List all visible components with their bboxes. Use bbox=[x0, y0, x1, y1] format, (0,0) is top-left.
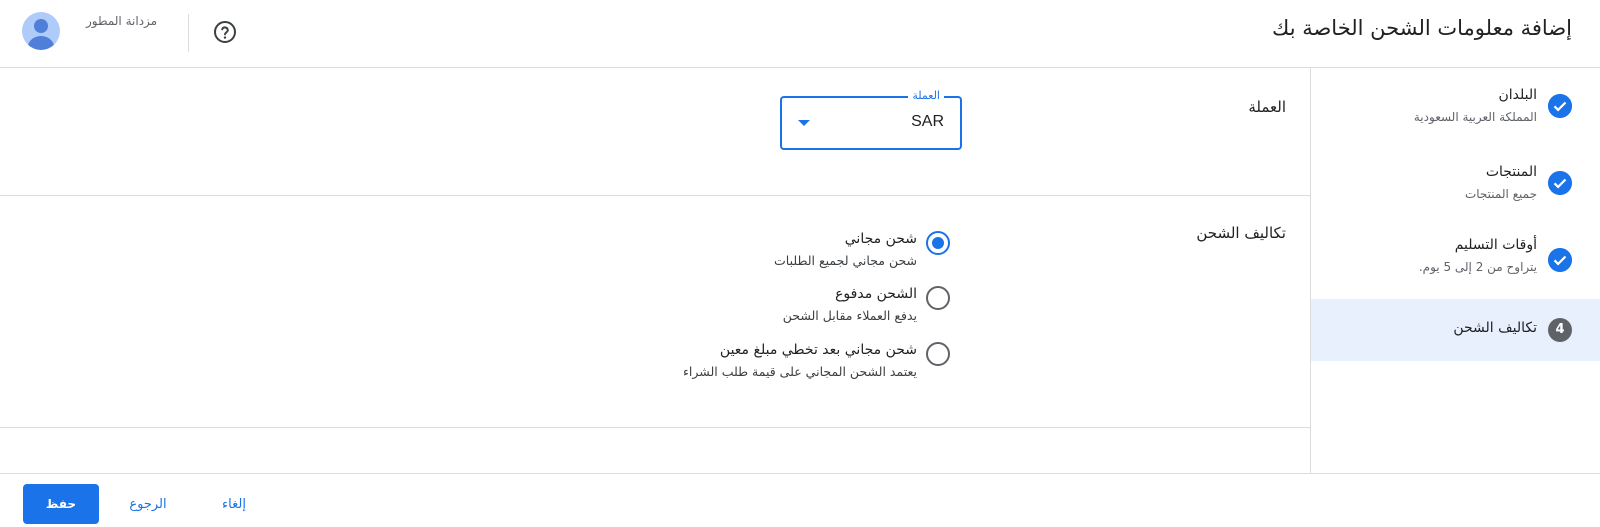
check-circle-icon bbox=[1548, 171, 1572, 195]
radio-option-free-over-amount[interactable]: شحن مجاني بعد تخطي مبلغ معين يعتمد الشحن… bbox=[680, 342, 950, 388]
step-delivery-times[interactable]: أوقات التسليم يتراوح من 2 إلى 5 يوم. bbox=[1311, 230, 1600, 292]
check-circle-icon bbox=[1548, 94, 1572, 118]
account-area[interactable] bbox=[22, 12, 60, 50]
step-number-badge: 4 bbox=[1548, 318, 1572, 342]
step-title: أوقات التسليم bbox=[1454, 237, 1537, 253]
step-shipping-costs[interactable]: 4 تكاليف الشحن bbox=[1311, 299, 1600, 361]
radio-button[interactable] bbox=[926, 342, 950, 366]
step-countries[interactable]: البلدان المملكة العربية السعودية bbox=[1311, 76, 1600, 138]
page-header: إضافة معلومات الشحن الخاصة بك مزدانة الم… bbox=[0, 0, 1600, 68]
save-button[interactable]: حفظ bbox=[23, 484, 99, 524]
check-circle-icon bbox=[1548, 248, 1572, 272]
step-products[interactable]: المنتجات جميع المنتجات bbox=[1311, 153, 1600, 215]
radio-button[interactable] bbox=[926, 286, 950, 310]
step-subtitle: جميع المنتجات bbox=[1464, 187, 1537, 201]
step-title: تكاليف الشحن bbox=[1453, 320, 1537, 336]
dropdown-arrow-icon bbox=[798, 120, 810, 126]
shipping-costs-section: تكاليف الشحن شحن مجاني شحن مجاني لجميع ا… bbox=[0, 196, 1310, 428]
cancel-button[interactable]: إلغاء bbox=[214, 484, 254, 524]
currency-section-label: العملة bbox=[1248, 98, 1286, 116]
radio-option-subtitle: شحن مجاني لجميع الطلبات bbox=[774, 253, 917, 268]
footer-actions: حفظ الرجوع إلغاء bbox=[0, 473, 1600, 527]
radio-option-free-shipping[interactable]: شحن مجاني شحن مجاني لجميع الطلبات bbox=[680, 231, 950, 277]
radio-option-title: شحن مجاني bbox=[844, 231, 917, 247]
radio-option-subtitle: يدفع العملاء مقابل الشحن bbox=[782, 308, 917, 323]
radio-option-paid-shipping[interactable]: الشحن مدفوع يدفع العملاء مقابل الشحن bbox=[680, 286, 950, 332]
step-subtitle: يتراوح من 2 إلى 5 يوم. bbox=[1418, 260, 1537, 274]
step-title: البلدان bbox=[1498, 87, 1537, 103]
step-subtitle: المملكة العربية السعودية bbox=[1413, 110, 1537, 124]
header-divider bbox=[188, 14, 189, 52]
shipping-costs-label: تكاليف الشحن bbox=[1196, 224, 1286, 242]
account-avatar-icon[interactable] bbox=[22, 12, 60, 50]
currency-value: SAR bbox=[911, 113, 944, 130]
currency-section: العملة العملة SAR bbox=[0, 68, 1310, 196]
shipping-setup-page: إضافة معلومات الشحن الخاصة بك مزدانة الم… bbox=[0, 0, 1600, 527]
currency-field-label: العملة bbox=[908, 89, 944, 102]
radio-option-title: الشحن مدفوع bbox=[835, 286, 917, 302]
radio-button[interactable] bbox=[926, 231, 950, 255]
page-title: إضافة معلومات الشحن الخاصة بك bbox=[1272, 16, 1572, 40]
currency-select[interactable]: العملة SAR bbox=[780, 89, 962, 150]
back-button[interactable]: الرجوع bbox=[126, 484, 170, 524]
help-circle-icon[interactable] bbox=[213, 20, 237, 44]
setup-stepper: البلدان المملكة العربية السعودية المنتجا… bbox=[1310, 68, 1600, 474]
radio-option-subtitle: يعتمد الشحن المجاني على قيمة طلب الشراء bbox=[683, 364, 917, 379]
step-title: المنتجات bbox=[1485, 164, 1537, 180]
account-name: مزدانة المطور bbox=[86, 14, 158, 28]
radio-option-title: شحن مجاني بعد تخطي مبلغ معين bbox=[719, 342, 917, 358]
